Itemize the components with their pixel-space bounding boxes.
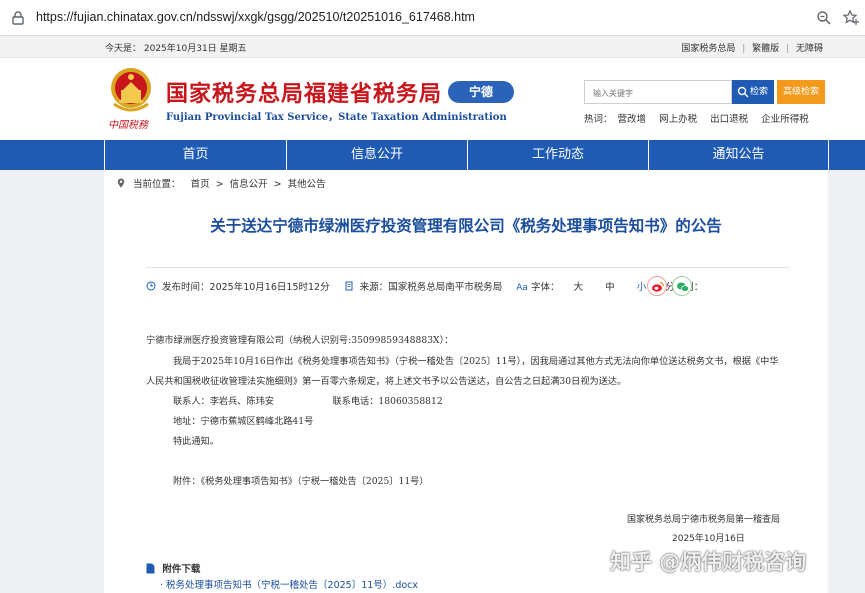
watermark: 知乎 @炳伟财税咨询 [610, 550, 807, 574]
nav-info-disclosure[interactable]: 信息公开 [286, 140, 467, 170]
breadcrumb-other-notices[interactable]: 其他公告 [288, 179, 326, 190]
font-size-label: 字体： [530, 282, 560, 293]
nav-work-news[interactable]: 工作动态 [467, 140, 648, 170]
breadcrumb-info[interactable]: 信息公开 [230, 179, 268, 190]
clock-icon [146, 281, 156, 291]
site-header: 中国税務 国家税务总局福建省税务局 Fujian Provincial Tax … [0, 58, 865, 140]
current-date: 今天是： 2025年10月31日 星期五 [105, 44, 247, 54]
emblem-script-text: 中国税務 [108, 120, 148, 131]
advanced-search-button[interactable]: 高级检索 [777, 80, 825, 104]
document-icon [345, 281, 353, 291]
page-background [0, 170, 104, 593]
search-button-label: 检索 [750, 87, 769, 97]
address-line: 地址：宁德市蕉城区鹤峰北路41号 [173, 416, 314, 427]
body-paragraph: 我局于2025年10月16日作出《税务处理事项告知书》（宁税一稽处告〔2025〕… [173, 356, 779, 367]
page-background [828, 170, 865, 593]
article-meta: 发布时间：2025年10月16日15时12分 来源：国家税务总局南平市税务局 A… [146, 279, 703, 293]
article-title: 关于送达宁德市绿洲医疗投资管理有限公司《税务处理事项告知书》的公告 [210, 217, 722, 235]
breadcrumb: 当前位置： 首页 > 信息公开 > 其他公告 [116, 176, 329, 190]
weibo-share-icon[interactable] [647, 276, 667, 296]
link-accessibility[interactable]: 无障碍 [796, 44, 823, 54]
hot-words-label: 热词： [584, 114, 613, 125]
breadcrumb-separator: > [215, 179, 224, 190]
favorite-star-icon[interactable] [842, 9, 860, 27]
hot-words: 热词： 营改增 网上办税 出口退税 企业所得税 [584, 111, 819, 125]
separator: | [786, 44, 790, 54]
link-traditional[interactable]: 繁體版 [752, 44, 779, 54]
nav-notices[interactable]: 通知公告 [648, 140, 829, 170]
addressee-line: 宁德市绿洲医疗投资管理有限公司（纳税人识别号:35099859348883X）： [146, 335, 454, 346]
main-nav: 首页 信息公开 工作动态 通知公告 [0, 140, 865, 170]
breadcrumb-label: 当前位置： [133, 179, 181, 190]
location-icon [117, 178, 125, 188]
source: 国家税务总局南平市税务局 [388, 282, 503, 293]
hot-word[interactable]: 营改增 [618, 114, 647, 125]
tax-emblem-logo[interactable] [108, 64, 154, 116]
publish-time-label: 发布时间： [162, 282, 210, 293]
hot-word[interactable]: 出口退税 [710, 114, 748, 125]
closing-line: 特此通知。 [173, 436, 219, 447]
attachments-heading: 附件下载 [146, 561, 200, 575]
contact-line: 联系人：李岩兵、陈玮安 联系电话：18060358812 [173, 396, 443, 407]
search-icon [737, 86, 749, 98]
link-sat[interactable]: 国家税务总局 [681, 44, 735, 54]
source-label: 来源： [359, 282, 389, 293]
attachment-icon [146, 563, 155, 574]
hot-word[interactable]: 网上办税 [659, 114, 697, 125]
attachments-heading-label: 附件下载 [162, 564, 201, 575]
body-paragraph: 人民共和国税收征收管理法实施细则》第一百零六条规定，将上述文书予以公告送达，自公… [146, 376, 627, 387]
separator: | [742, 44, 746, 54]
publish-time: 2025年10月16日15时12分 [209, 282, 330, 293]
browser-address-bar: https://fujian.chinatax.gov.cn/ndsswj/xx… [0, 0, 865, 36]
signing-organization: 国家税务总局宁德市税务局第一稽查局 [627, 515, 781, 525]
wechat-share-icon[interactable] [672, 276, 692, 296]
city-badge[interactable]: 宁德 [448, 81, 514, 103]
breadcrumb-separator: > [273, 179, 282, 190]
font-size-small[interactable]: 小 [637, 282, 647, 293]
hot-word[interactable]: 企业所得税 [761, 114, 809, 125]
search-box[interactable] [584, 80, 732, 105]
font-size-large[interactable]: 大 [574, 282, 584, 293]
breadcrumb-home[interactable]: 首页 [191, 179, 210, 190]
divider [146, 267, 789, 268]
site-subtitle: Fujian Provincial Tax Service，State Taxa… [166, 112, 507, 123]
site-info-icon[interactable] [10, 10, 26, 26]
attachment-note: 附件：《税务处理事项告知书》（宁税一稽处告〔2025〕11号） [173, 476, 429, 487]
site-title[interactable]: 国家税务总局福建省税务局 [166, 76, 442, 108]
font-size-icon: Aa [516, 283, 528, 293]
search-button[interactable]: 检索 [732, 80, 774, 104]
font-size-medium[interactable]: 中 [605, 282, 615, 293]
search-input[interactable] [585, 82, 731, 105]
url-field[interactable]: https://fujian.chinatax.gov.cn/ndsswj/xx… [36, 10, 475, 24]
signing-date: 2025年10月16日 [672, 534, 745, 544]
zoom-out-icon[interactable] [816, 10, 832, 26]
nav-home[interactable]: 首页 [104, 140, 286, 170]
top-links: 国家税务总局 | 繁體版 | 无障碍 [679, 41, 825, 54]
top-info-strip: 今天是： 2025年10月31日 星期五 国家税务总局 | 繁體版 | 无障碍 [0, 36, 865, 58]
attachment-download-link[interactable]: · 税务处理事项告知书（宁税一稽处告〔2025〕11号）.docx [160, 577, 418, 591]
